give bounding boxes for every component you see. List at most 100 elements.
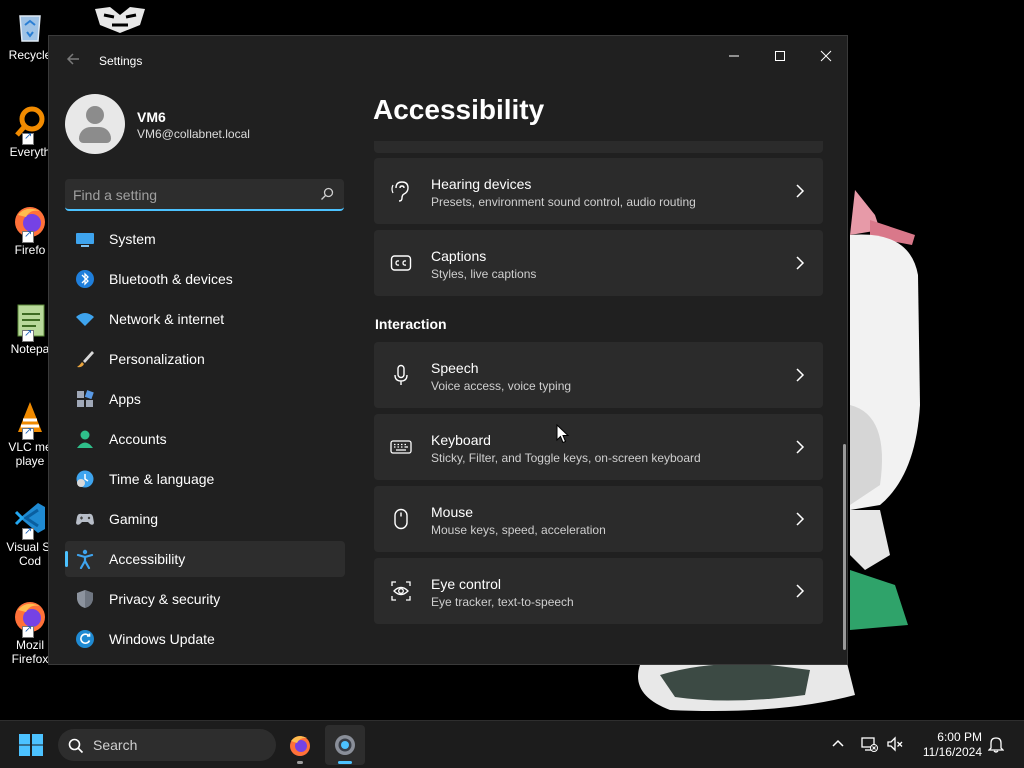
firefox-icon [12, 203, 48, 243]
system-display-icon [76, 233, 94, 247]
search-icon[interactable] [320, 187, 334, 201]
chevron-right-icon [796, 584, 805, 598]
eye-control-icon [391, 581, 411, 601]
clock-date: 11/16/2024 [922, 745, 982, 759]
nav-item-privacy-security[interactable]: Privacy & security [65, 581, 345, 617]
taskbar-search-box[interactable]: Search [58, 729, 276, 761]
taskbar-app-firefox[interactable] [280, 725, 320, 765]
mouse-icon [394, 508, 408, 530]
shortcut-arrow-icon [22, 526, 34, 540]
settings-card-hearing-devices[interactable]: Hearing devices Presets, environment sou… [374, 158, 823, 224]
close-button[interactable] [803, 42, 849, 72]
card-title: Hearing devices [431, 176, 532, 192]
nav-item-label: Gaming [109, 511, 159, 527]
vlc-icon [12, 400, 48, 440]
shortcut-arrow-icon [22, 624, 34, 638]
nav-item-label: Accounts [109, 431, 167, 447]
wallpaper-art-top [95, 7, 145, 33]
shortcut-arrow-icon [22, 328, 34, 342]
shortcut-arrow-icon [22, 131, 34, 145]
card-subtitle: Voice access, voice typing [431, 379, 572, 393]
back-arrow-icon[interactable] [61, 51, 85, 69]
window-title: Settings [99, 54, 143, 68]
keyboard-icon [390, 440, 412, 454]
nav-item-accounts[interactable]: Accounts [65, 421, 345, 457]
nav-item-windows-update[interactable]: Windows Update [65, 621, 345, 657]
settings-window: Settings VM6 VM6@collabnet.local System … [48, 35, 848, 665]
maximize-button[interactable] [757, 42, 803, 72]
nav-item-time-language[interactable]: Time & language [65, 461, 345, 497]
card-subtitle: Styles, live captions [431, 267, 537, 281]
profile-email: VM6@collabnet.local [137, 127, 250, 141]
taskbar: Search 6:00 PM 11/16/2024 [0, 720, 1024, 768]
settings-search-box[interactable] [65, 179, 344, 211]
time-language-icon [76, 470, 94, 488]
bluetooth-icon [76, 270, 94, 288]
running-indicator [338, 761, 352, 764]
nav-item-accessibility[interactable]: Accessibility [65, 541, 345, 577]
accounts-icon [77, 430, 93, 448]
system-clock[interactable]: 6:00 PM 11/16/2024 [910, 730, 982, 760]
card-subtitle: Mouse keys, speed, acceleration [431, 523, 606, 537]
avatar [65, 94, 125, 154]
nav-item-system[interactable]: System [65, 221, 345, 257]
chevron-right-icon [796, 184, 805, 198]
taskbar-app-settings[interactable] [325, 725, 365, 765]
search-input[interactable] [73, 185, 303, 205]
card-title: Speech [431, 360, 479, 376]
selection-indicator [65, 551, 68, 567]
card-title: Captions [431, 248, 487, 264]
notification-bell-icon[interactable] [987, 735, 1005, 753]
nav-item-network[interactable]: Network & internet [65, 301, 345, 337]
chevron-right-icon [796, 256, 805, 270]
maximize-icon [775, 51, 785, 61]
everything-search-icon [12, 105, 48, 145]
scrollbar-thumb[interactable] [843, 444, 846, 650]
settings-card-speech[interactable]: Speech Voice access, voice typing [374, 342, 823, 408]
volume-muted-icon[interactable] [886, 735, 904, 753]
microphone-icon [394, 364, 408, 385]
search-icon [68, 738, 84, 754]
taskbar-search-label: Search [93, 737, 138, 753]
show-hidden-icons-chevron-icon[interactable] [829, 735, 847, 753]
nav-item-gaming[interactable]: Gaming [65, 501, 345, 537]
title-bar[interactable]: Settings [49, 36, 849, 84]
nav-item-label: Bluetooth & devices [109, 271, 233, 287]
notepad-icon [12, 302, 48, 342]
recycle-bin-icon [12, 8, 48, 44]
windows-update-icon [76, 630, 94, 648]
card-subtitle: Presets, environment sound control, audi… [431, 195, 696, 209]
settings-card-partial[interactable] [374, 141, 823, 153]
nav-item-label: Windows Update [109, 631, 215, 647]
chevron-right-icon [796, 368, 805, 382]
section-heading-interaction: Interaction [375, 316, 447, 332]
accessibility-icon [76, 549, 94, 569]
nav-item-bluetooth[interactable]: Bluetooth & devices [65, 261, 345, 297]
start-button[interactable] [18, 733, 44, 757]
nav-item-label: Personalization [109, 351, 205, 367]
nav-item-label: Accessibility [109, 551, 186, 567]
profile-name: VM6 [137, 109, 166, 125]
nav-item-label: Time & language [109, 471, 215, 487]
firefox-icon [290, 736, 310, 756]
card-title: Eye control [431, 576, 502, 592]
wifi-icon [76, 313, 94, 326]
user-profile[interactable]: VM6 VM6@collabnet.local [65, 94, 355, 156]
nav-item-label: Privacy & security [109, 591, 221, 607]
chevron-right-icon [796, 512, 805, 526]
clock-time: 6:00 PM [937, 730, 982, 744]
nav-item-personalization[interactable]: Personalization [65, 341, 345, 377]
minimize-icon [729, 55, 739, 57]
nav-item-apps[interactable]: Apps [65, 381, 345, 417]
windows-logo-icon [19, 734, 43, 756]
minimize-button[interactable] [711, 42, 757, 72]
card-title: Keyboard [431, 432, 491, 448]
chevron-right-icon [796, 440, 805, 454]
settings-card-eye-control[interactable]: Eye control Eye tracker, text-to-speech [374, 558, 823, 624]
network-status-icon[interactable] [860, 735, 878, 753]
settings-card-mouse[interactable]: Mouse Mouse keys, speed, acceleration [374, 486, 823, 552]
settings-card-captions[interactable]: Captions Styles, live captions [374, 230, 823, 296]
shortcut-arrow-icon [22, 229, 34, 243]
settings-card-keyboard[interactable]: Keyboard Sticky, Filter, and Toggle keys… [374, 414, 823, 480]
firefox-icon [12, 598, 48, 638]
